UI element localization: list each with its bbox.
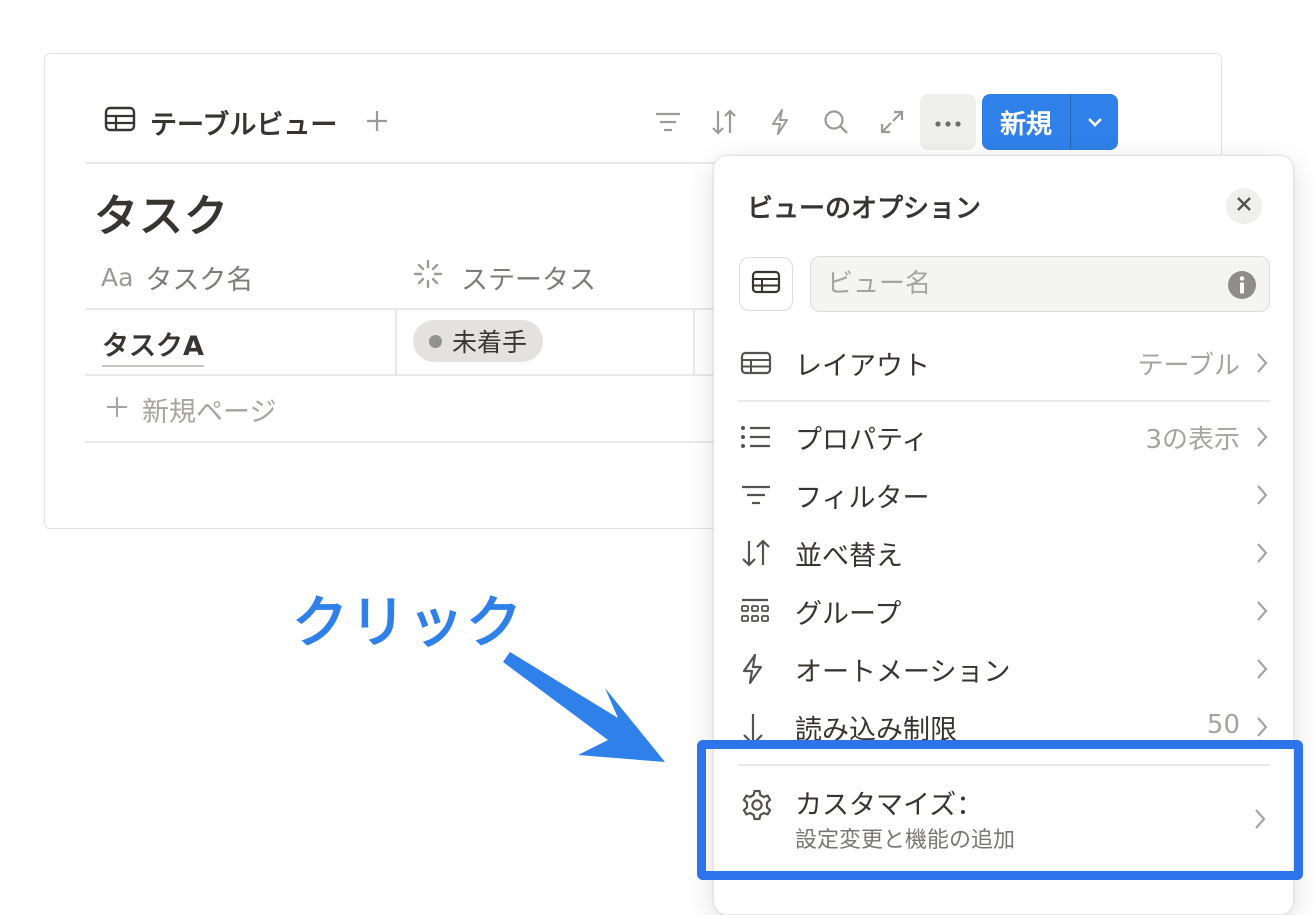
new-page-label: 新規ページ (142, 397, 277, 428)
chevron-right-icon (1254, 600, 1270, 622)
menu-item-filter[interactable]: フィルター (740, 470, 1270, 520)
menu-item-layout[interactable]: レイアウト テーブル (740, 338, 1270, 388)
view-tabs: テーブルビュー (104, 96, 389, 148)
menu-item-value: テーブル (1137, 350, 1240, 381)
new-button-main[interactable]: 新規 (982, 94, 1070, 150)
menu-item-label: グループ (795, 598, 902, 630)
chevron-right-icon (1254, 542, 1270, 564)
menu-item-label: プロパティ (795, 424, 929, 456)
database-actions (640, 94, 976, 150)
divider (738, 400, 1270, 402)
menu-item-group[interactable]: グループ (740, 586, 1270, 636)
status-badge[interactable]: 未着手 (413, 320, 544, 362)
ellipsis-icon (934, 113, 962, 132)
expand-icon[interactable] (864, 94, 920, 150)
lightning-icon[interactable] (752, 94, 808, 150)
divider (85, 162, 725, 164)
chevron-right-icon (1254, 658, 1270, 680)
panel-title: ビューのオプション (747, 194, 982, 224)
view-name-field[interactable] (810, 256, 1270, 312)
divider (85, 308, 725, 310)
add-view-button[interactable] (365, 103, 389, 141)
group-icon (740, 598, 778, 624)
tab-table-view[interactable]: テーブルビュー (104, 103, 337, 142)
view-icon-picker[interactable] (739, 257, 793, 311)
database-title[interactable]: タスク (94, 180, 229, 244)
column-divider (693, 308, 695, 375)
status-dot (429, 334, 442, 348)
column-divider (395, 308, 397, 375)
filter-icon (740, 484, 778, 506)
menu-item-properties[interactable]: プロパティ 3の表示 (740, 412, 1270, 462)
sort-icon (740, 538, 778, 568)
text-type-icon: Aa (101, 263, 134, 292)
menu-item-label: オートメーション (795, 656, 1011, 688)
divider (85, 441, 725, 443)
plus-icon (106, 394, 128, 425)
lightning-icon (740, 653, 778, 685)
menu-item-value: 3の表示 (1145, 424, 1240, 455)
chevron-down-icon (1086, 113, 1104, 132)
close-icon (1236, 196, 1252, 216)
menu-item-label: 読み込み制限 (795, 715, 957, 740)
chevron-right-icon (1254, 716, 1270, 738)
close-button[interactable] (1226, 188, 1262, 224)
chevron-right-icon (1254, 426, 1270, 448)
column-header-status[interactable]: ステータス (413, 258, 596, 297)
list-icon (740, 425, 778, 449)
new-button-dropdown[interactable] (1071, 94, 1118, 150)
table-icon (751, 270, 781, 298)
column-label: ステータス (461, 265, 596, 296)
search-icon[interactable] (808, 94, 864, 150)
menu-item-sort[interactable]: 並べ替え (740, 528, 1270, 578)
divider (85, 374, 725, 376)
row-name-cell[interactable]: タスクA (102, 324, 204, 367)
tab-label: テーブルビュー (150, 109, 338, 141)
table-icon (104, 106, 136, 139)
sort-icon[interactable] (696, 94, 752, 150)
arrow-down-icon (740, 712, 778, 740)
info-icon[interactable] (1227, 270, 1257, 304)
table-icon (740, 351, 778, 375)
menu-item-automation[interactable]: オートメーション (740, 644, 1270, 694)
menu-item-label: フィルター (795, 482, 930, 514)
column-header-name[interactable]: Aa タスク名 (101, 258, 253, 297)
more-options-button[interactable] (920, 94, 976, 150)
column-label: タスク名 (145, 265, 254, 296)
menu-item-load-limit[interactable]: 読み込み制限 50 (740, 702, 1270, 740)
menu-item-label: レイアウト (795, 350, 930, 382)
menu-item-value: 50 (1206, 710, 1240, 740)
highlight-box (697, 740, 1303, 880)
new-button: 新規 (982, 94, 1118, 150)
status-label: 未着手 (452, 328, 528, 357)
chevron-right-icon (1254, 484, 1270, 506)
click-annotation-label: クリック (292, 591, 524, 656)
chevron-right-icon (1254, 352, 1270, 374)
filter-icon[interactable] (640, 94, 696, 150)
arrow-annotation-icon (500, 640, 680, 774)
menu-item-label: 並べ替え (795, 540, 903, 572)
new-page-button[interactable]: 新規ページ (106, 390, 276, 429)
view-name-input[interactable] (825, 268, 1209, 300)
status-icon (413, 259, 443, 296)
